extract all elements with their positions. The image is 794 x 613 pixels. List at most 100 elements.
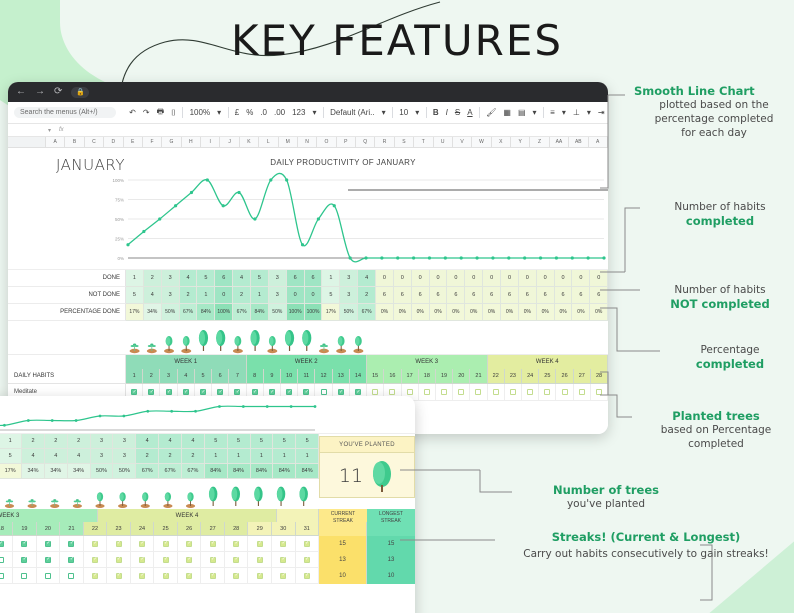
secondary-cell[interactable]: 5 bbox=[296, 434, 320, 449]
column-header-n[interactable]: N bbox=[298, 137, 318, 147]
day-cell-7[interactable]: 7 bbox=[229, 369, 247, 384]
secondary-habit-cell[interactable] bbox=[201, 568, 225, 584]
secondary-habit-cell[interactable] bbox=[0, 552, 14, 568]
checkbox-day-27[interactable] bbox=[578, 389, 585, 395]
redo-icon[interactable]: ↷ bbox=[139, 108, 153, 117]
day-cell-13[interactable]: 13 bbox=[332, 369, 350, 384]
secondary-habit-cell[interactable] bbox=[36, 568, 61, 584]
currency-format-icon[interactable]: £ bbox=[231, 108, 242, 117]
percentage-cell[interactable]: 0% bbox=[536, 304, 555, 321]
day-cell-19[interactable]: 19 bbox=[435, 369, 454, 384]
secondary-habit-cell[interactable] bbox=[224, 536, 249, 552]
percentage-cell[interactable]: 84% bbox=[251, 304, 269, 321]
secondary-cell[interactable]: 3 bbox=[90, 434, 114, 449]
secondary-checkbox-day-30[interactable] bbox=[280, 540, 287, 547]
column-header-x[interactable]: X bbox=[492, 137, 511, 147]
done-cell[interactable]: 3 bbox=[340, 270, 359, 287]
secondary-cell[interactable]: 2 bbox=[67, 434, 91, 449]
secondary-habit-cell[interactable] bbox=[107, 552, 131, 568]
percentage-cell[interactable]: 67% bbox=[179, 304, 198, 321]
done-cell[interactable]: 0 bbox=[447, 270, 466, 287]
print-icon[interactable]: 🖶 bbox=[153, 106, 168, 120]
text-color-button[interactable]: A bbox=[464, 108, 476, 117]
percentage-cell[interactable]: 67% bbox=[233, 304, 252, 321]
secondary-habit-cell[interactable] bbox=[154, 568, 178, 584]
column-header-y[interactable]: Y bbox=[511, 137, 531, 147]
secondary-cell[interactable]: 34% bbox=[44, 464, 68, 479]
percentage-cell[interactable]: 100% bbox=[286, 304, 305, 321]
column-header-aa[interactable]: AA bbox=[550, 137, 570, 147]
done-cell[interactable]: 0 bbox=[554, 270, 573, 287]
secondary-habit-cell[interactable] bbox=[271, 568, 296, 584]
notdone-cell[interactable]: 2 bbox=[179, 287, 198, 304]
font-family-select[interactable]: Default (Ari.. bbox=[327, 108, 378, 117]
secondary-checkbox-day-28[interactable] bbox=[233, 556, 240, 563]
day-cell-17[interactable]: 17 bbox=[401, 369, 419, 384]
chevron-down-icon[interactable]: ▾ bbox=[214, 108, 225, 117]
day-cell-23[interactable]: 23 bbox=[504, 369, 523, 384]
day-cell-28[interactable]: 28 bbox=[590, 369, 608, 384]
secondary-cell[interactable]: 84% bbox=[296, 464, 320, 479]
notdone-cell[interactable]: 6 bbox=[590, 287, 608, 304]
day-cell-9[interactable]: 9 bbox=[263, 369, 281, 384]
secondary-checkbox-day-25[interactable] bbox=[162, 556, 169, 563]
percentage-cell[interactable]: 0% bbox=[590, 304, 608, 321]
vertical-align-icon[interactable]: ⊥ bbox=[569, 108, 583, 117]
percentage-cell[interactable]: 67% bbox=[358, 304, 377, 321]
column-header-e[interactable]: E bbox=[124, 137, 143, 147]
checkbox-day-17[interactable] bbox=[406, 389, 413, 395]
percentage-cell[interactable]: 0% bbox=[447, 304, 466, 321]
secondary-habit-cell[interactable] bbox=[83, 568, 108, 584]
column-header-l[interactable]: L bbox=[259, 137, 279, 147]
secondary-habit-cell[interactable] bbox=[271, 536, 296, 552]
secondary-checkbox-day-31[interactable] bbox=[303, 540, 310, 547]
percentage-cell[interactable]: 17% bbox=[126, 304, 144, 321]
secondary-checkbox-day-23[interactable] bbox=[115, 556, 122, 563]
habit-cell-24[interactable] bbox=[522, 384, 540, 401]
secondary-habit-cell[interactable] bbox=[224, 568, 249, 584]
zoom-select[interactable]: 100% bbox=[186, 108, 213, 117]
notdone-cell[interactable]: 1 bbox=[197, 287, 216, 304]
secondary-checkbox-day-26[interactable] bbox=[186, 572, 193, 579]
percentage-cell[interactable]: 34% bbox=[143, 304, 162, 321]
percentage-cell[interactable]: 0% bbox=[465, 304, 484, 321]
secondary-cell[interactable]: 67% bbox=[181, 464, 205, 479]
row-cells-notdone[interactable]: 543210213005326666666666666 bbox=[126, 287, 608, 304]
secondary-habit-cell[interactable] bbox=[107, 568, 131, 584]
day-cell-24[interactable]: 24 bbox=[522, 369, 540, 384]
done-cell[interactable]: 0 bbox=[518, 270, 537, 287]
checkbox-day-2[interactable] bbox=[148, 389, 155, 396]
done-cell[interactable]: 6 bbox=[304, 270, 323, 287]
secondary-cell[interactable]: 1 bbox=[250, 449, 274, 464]
secondary-checkbox-day-30[interactable] bbox=[280, 572, 287, 579]
day-cell-26[interactable]: 26 bbox=[556, 369, 574, 384]
checkbox-day-6[interactable] bbox=[217, 389, 224, 396]
notdone-cell[interactable]: 6 bbox=[554, 287, 573, 304]
secondary-habit-cell[interactable] bbox=[36, 552, 61, 568]
checkbox-day-8[interactable] bbox=[251, 389, 258, 396]
secondary-habit-rows[interactable]: 151513131010 bbox=[0, 536, 415, 584]
checkbox-day-1[interactable] bbox=[131, 389, 138, 396]
secondary-cell[interactable]: 3 bbox=[113, 434, 137, 449]
column-header-r[interactable]: R bbox=[375, 137, 395, 147]
column-header-v[interactable]: V bbox=[453, 137, 473, 147]
spreadsheet-toolbar[interactable]: Search the menus (Alt+/) ↶ ↷ 🖶 ⌷ 100% ▾ … bbox=[8, 102, 608, 124]
day-cell-16[interactable]: 16 bbox=[384, 369, 402, 384]
name-box-chevron-icon[interactable]: ▾ bbox=[48, 127, 51, 134]
secondary-habit-cell[interactable] bbox=[177, 552, 202, 568]
row-cells-percentage[interactable]: 17% 34% 50% 67% 84% 100% 67% 84% 50% 100% 100% 17% 5… bbox=[126, 304, 608, 321]
secondary-cell[interactable]: 2 bbox=[22, 434, 45, 449]
done-cell[interactable]: 1 bbox=[322, 270, 341, 287]
secondary-checkbox-day-18[interactable] bbox=[0, 572, 4, 579]
done-cell[interactable]: 1 bbox=[126, 270, 144, 287]
column-header-a[interactable]: A bbox=[589, 137, 608, 147]
column-header-d[interactable]: D bbox=[104, 137, 124, 147]
horizontal-align-icon[interactable]: ≡ bbox=[547, 108, 559, 117]
notdone-cell[interactable]: 6 bbox=[483, 287, 502, 304]
secondary-cell[interactable]: 84% bbox=[204, 464, 228, 479]
notdone-cell[interactable]: 0 bbox=[215, 287, 234, 304]
secondary-day-cell-19[interactable]: 19 bbox=[13, 522, 37, 536]
secondary-cell[interactable]: 1 bbox=[296, 449, 320, 464]
column-header-o[interactable]: O bbox=[317, 137, 337, 147]
secondary-checkbox-day-26[interactable] bbox=[186, 540, 193, 547]
